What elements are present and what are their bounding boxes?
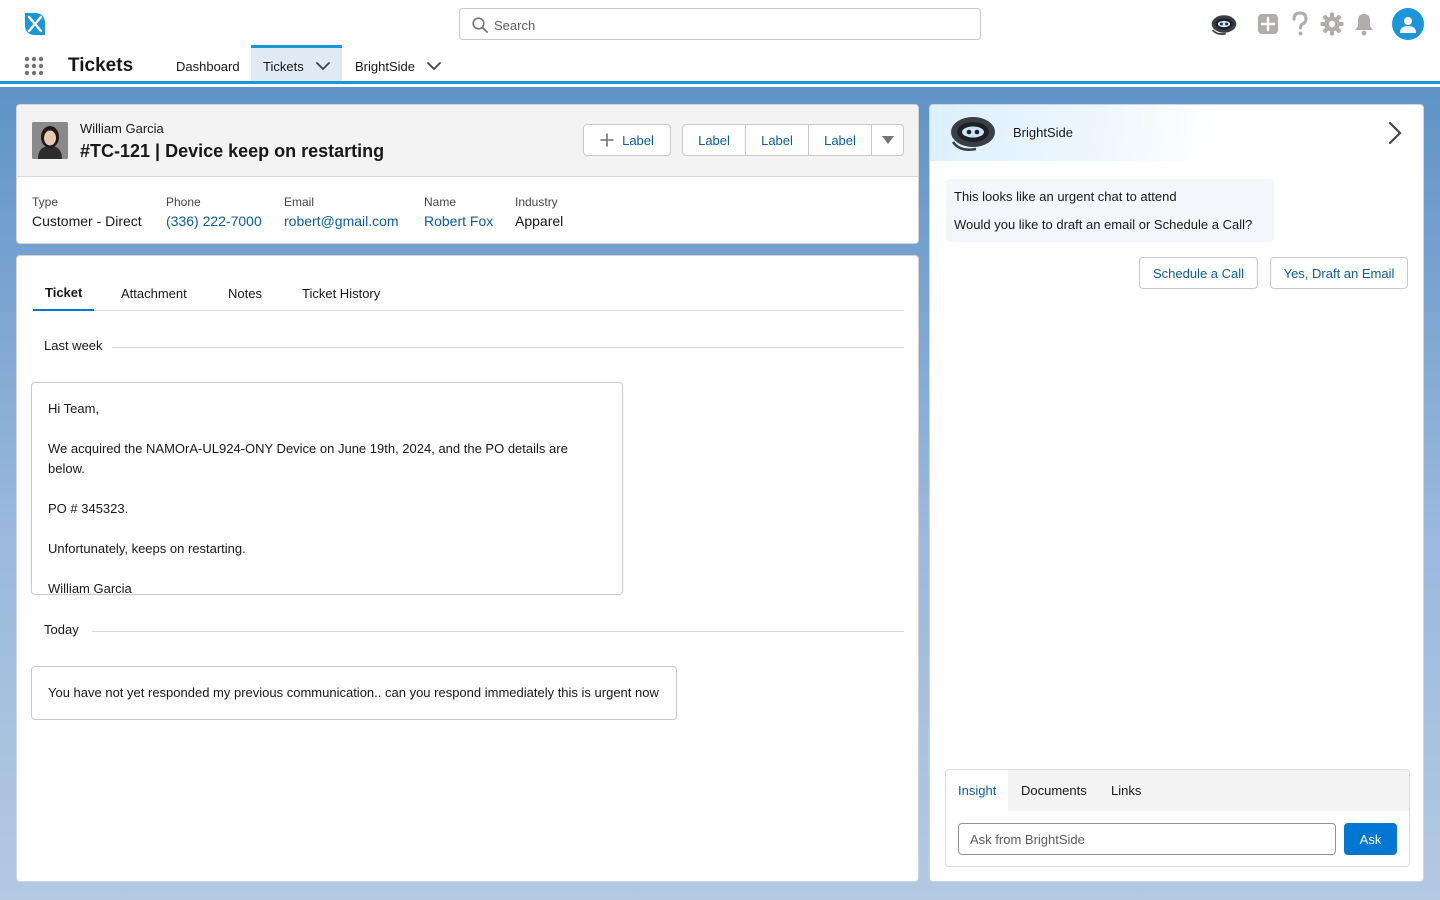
ticket-detail-card: Ticket Attachment Notes Ticket History L…: [16, 255, 919, 882]
tab-links[interactable]: Links: [1111, 770, 1141, 811]
nav-item-brightside[interactable]: BrightSide: [343, 48, 453, 84]
record-header: William Garcia #TC-121 | Device keep on …: [17, 105, 918, 177]
nav-item-label: Dashboard: [176, 58, 240, 74]
divider-line: [112, 347, 904, 348]
brightside-assistant-panel: BrightSide This looks like an urgent cha…: [929, 104, 1424, 882]
ask-brightside-input[interactable]: [958, 823, 1336, 855]
ticket-title: #TC-121 | Device keep on restarting: [80, 141, 385, 161]
user-avatar-icon[interactable]: [1392, 8, 1424, 40]
app-navigation-bar: Tickets Dashboard Tickets BrightSide: [0, 45, 1440, 84]
message-card-today: You have not yet responded my previous c…: [31, 666, 677, 720]
search-input[interactable]: [494, 14, 964, 36]
plus-icon: [600, 133, 614, 147]
assistant-input-section: Insight Documents Links Ask: [945, 769, 1410, 867]
field-email: Email robert@gmail.com: [284, 195, 399, 229]
nav-item-dashboard[interactable]: Dashboard: [164, 48, 252, 84]
message-card-last-week: Hi Team, We acquired the NAMOrA-UL924-ON…: [31, 382, 623, 596]
ask-button[interactable]: Ask: [1344, 823, 1397, 855]
plus-icon[interactable]: [1254, 10, 1282, 38]
search-icon: [471, 16, 489, 34]
field-industry: Industry Apparel: [515, 195, 563, 229]
message-line: PO # 345323.: [48, 501, 129, 516]
contact-name: William Garcia: [80, 121, 164, 136]
add-label-button[interactable]: Label: [583, 124, 671, 156]
brightside-bot-icon: [950, 114, 996, 152]
label-button-group: Label Label Label: [682, 124, 904, 156]
field-name: Name Robert Fox: [424, 195, 493, 229]
notification-bell-icon[interactable]: [1350, 10, 1378, 38]
assistant-message-bubble: This looks like an urgent chat to attend…: [946, 179, 1274, 242]
caret-down-icon: [881, 136, 894, 144]
assistant-tabs: Insight Documents Links: [946, 770, 1409, 811]
tab-insight[interactable]: Insight: [946, 770, 1009, 811]
timeline-label: Last week: [44, 338, 115, 353]
field-type: Type Customer - Direct: [32, 195, 142, 229]
chevron-down-icon[interactable]: [315, 59, 330, 73]
message-line: William Garcia: [48, 581, 132, 596]
chevron-down-icon[interactable]: [427, 59, 441, 73]
nav-item-label: BrightSide: [355, 58, 415, 74]
add-label-button-text: Label: [622, 132, 654, 148]
assistant-header: BrightSide: [930, 105, 1423, 161]
assistant-name: BrightSide: [1013, 125, 1073, 140]
global-search-box[interactable]: [459, 8, 981, 40]
nav-item-tickets[interactable]: Tickets: [251, 45, 342, 81]
tab-documents[interactable]: Documents: [1021, 770, 1087, 811]
email-link[interactable]: robert@gmail.com: [284, 213, 399, 229]
tab-attachment[interactable]: Attachment: [121, 276, 187, 311]
nav-item-label: Tickets: [263, 58, 304, 74]
app-name: Tickets: [68, 55, 134, 76]
label-button-2[interactable]: Label: [746, 125, 809, 155]
tab-ticket[interactable]: Ticket: [33, 276, 95, 311]
draft-email-button[interactable]: Yes, Draft an Email: [1270, 257, 1408, 289]
phone-link[interactable]: (336) 222-7000: [166, 213, 262, 229]
assistant-message-line: Would you like to draft an email or Sche…: [954, 217, 1253, 232]
global-header: [0, 0, 1440, 48]
field-label: Industry: [515, 195, 558, 209]
contact-photo: [32, 122, 68, 159]
help-icon[interactable]: [1286, 10, 1314, 38]
schedule-call-button[interactable]: Schedule a Call: [1139, 257, 1258, 289]
timeline-label: Today: [44, 622, 91, 637]
settings-gear-icon[interactable]: [1318, 10, 1346, 38]
field-value: Apparel: [515, 213, 564, 229]
label-button-3[interactable]: Label: [809, 125, 872, 155]
timeline-divider-today: Today: [44, 621, 904, 641]
app-logo-icon[interactable]: [22, 11, 48, 37]
message-line: Unfortunately, keeps on restarting.: [48, 541, 246, 556]
timeline-divider-last-week: Last week: [44, 337, 904, 357]
message-line: You have not yet responded my previous c…: [48, 685, 659, 700]
field-label: Name: [424, 195, 457, 209]
message-line: We acquired the NAMOrA-UL924-ONY Device …: [48, 441, 568, 476]
record-header-card: William Garcia #TC-121 | Device keep on …: [16, 104, 919, 244]
tab-ticket-history[interactable]: Ticket History: [302, 276, 380, 311]
assistant-message-line: This looks like an urgent chat to attend: [954, 189, 1177, 204]
ticket-tabs: Ticket Attachment Notes Ticket History: [33, 276, 904, 311]
brightside-bot-icon[interactable]: [1210, 10, 1238, 38]
field-label: Email: [284, 195, 315, 209]
field-phone: Phone (336) 222-7000: [166, 195, 262, 229]
label-button-1[interactable]: Label: [683, 125, 746, 155]
chevron-right-icon[interactable]: [1386, 121, 1404, 145]
field-label: Type: [32, 195, 59, 209]
field-label: Phone: [166, 195, 201, 209]
tab-notes[interactable]: Notes: [228, 276, 262, 311]
field-value: Customer - Direct: [32, 213, 142, 229]
app-launcher-icon[interactable]: [24, 56, 44, 76]
name-link[interactable]: Robert Fox: [424, 213, 493, 229]
message-line: Hi Team,: [48, 401, 100, 416]
divider-line: [92, 631, 904, 632]
more-actions-dropdown[interactable]: [872, 125, 903, 155]
